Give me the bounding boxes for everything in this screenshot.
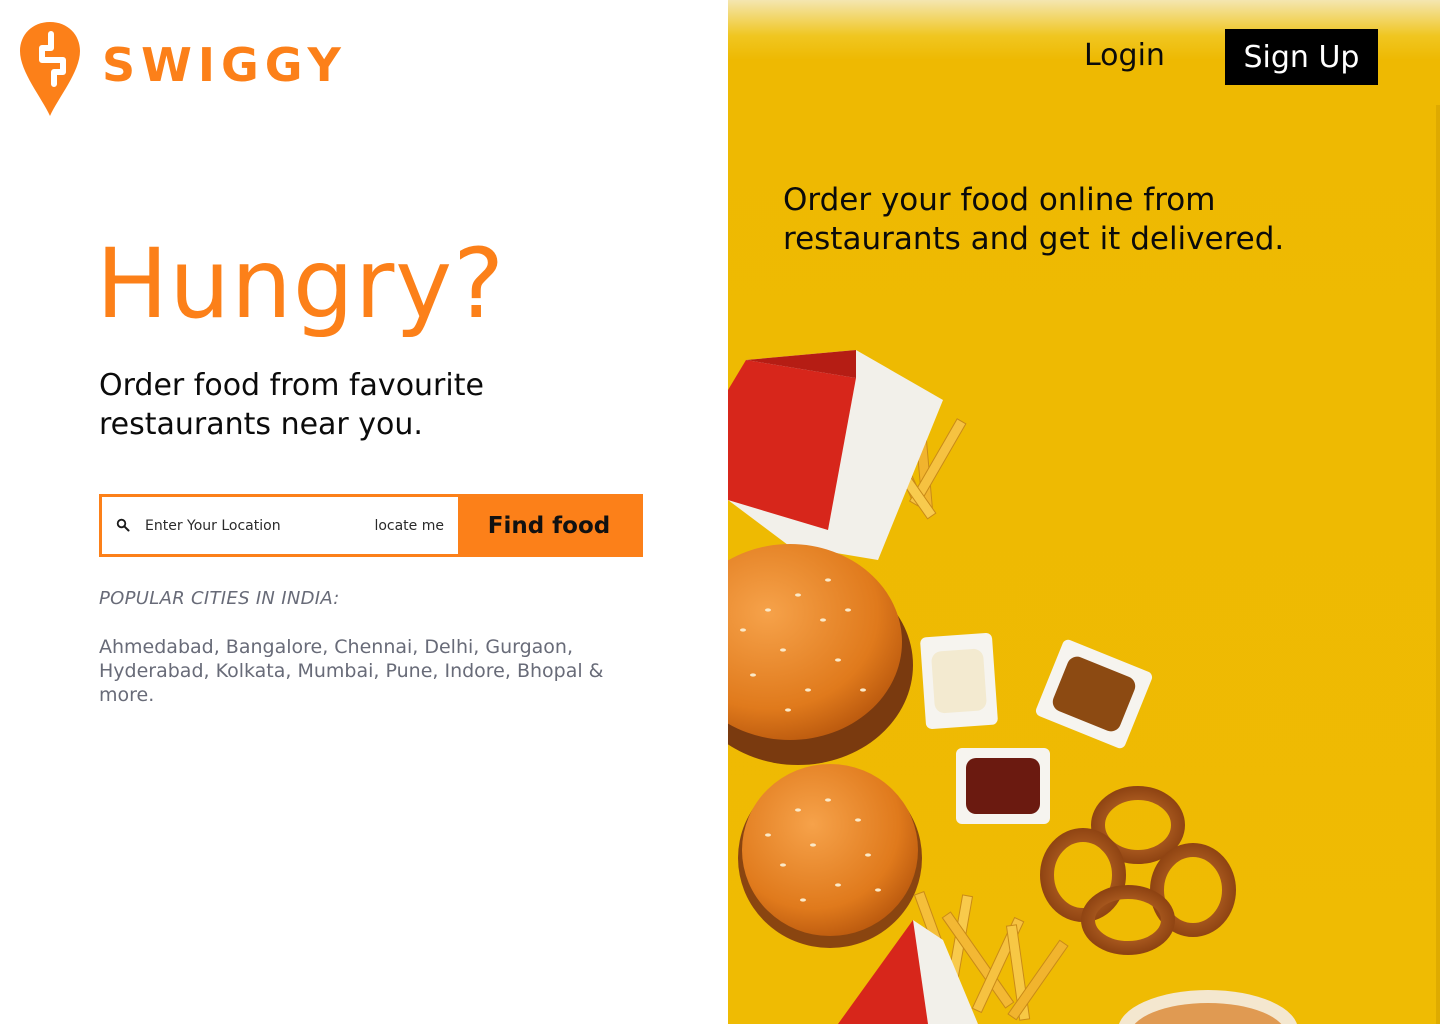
- landing-left-panel: SWIGGY Hungry? Order food from favourite…: [0, 0, 728, 1024]
- hero-subtitle: Order food from favourite restaurants ne…: [99, 368, 484, 442]
- location-input[interactable]: [145, 514, 355, 538]
- banner-tagline: Order your food online from restaurants …: [783, 182, 1285, 257]
- landing-right-banner: Login Sign Up Order your food online fro…: [728, 0, 1440, 1024]
- location-field-wrapper: locate me: [102, 497, 458, 554]
- brand-wordmark: SWIGGY: [102, 38, 347, 92]
- burger-top-left: [728, 544, 913, 765]
- onion-rings: [1040, 786, 1236, 955]
- find-food-button[interactable]: Find food: [458, 497, 640, 554]
- popular-cities-list: Ahmedabad, Bangalore, Chennai, Delhi, Gu…: [99, 636, 604, 706]
- search-icon: [116, 518, 130, 532]
- location-search-bar: locate me Find food: [99, 494, 643, 557]
- signup-button[interactable]: Sign Up: [1225, 29, 1378, 85]
- hero-title: Hungry?: [96, 228, 506, 340]
- fast-food-image: [728, 350, 1297, 1024]
- burger-bottom: [738, 764, 922, 948]
- locate-me-link[interactable]: locate me: [374, 518, 444, 534]
- login-link[interactable]: Login: [1084, 38, 1165, 73]
- fries-box-top: [728, 350, 967, 560]
- swiggy-pin-logo-icon: [20, 22, 80, 116]
- popular-cities-heading: POPULAR CITIES IN INDIA:: [99, 588, 340, 609]
- brand-logo[interactable]: SWIGGY: [18, 20, 341, 118]
